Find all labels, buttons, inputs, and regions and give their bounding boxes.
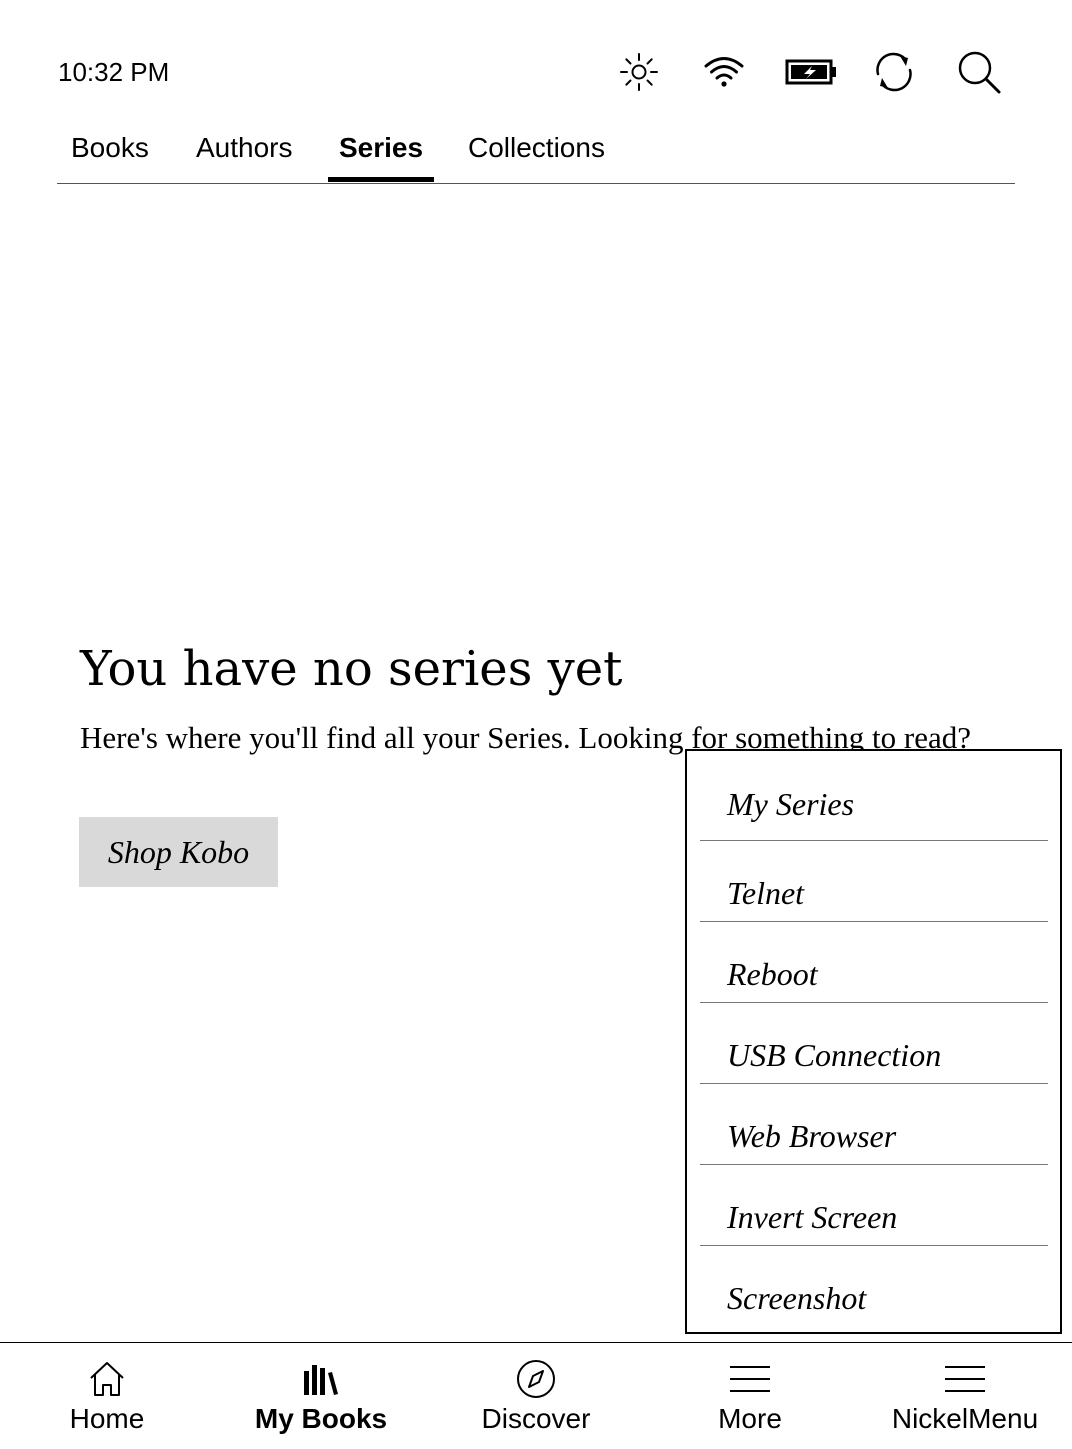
nav-home[interactable]: Home — [0, 1343, 214, 1449]
shop-kobo-button[interactable]: Shop Kobo — [79, 817, 278, 887]
compass-icon — [516, 1359, 556, 1399]
nav-nickelmenu-label: NickelMenu — [891, 1403, 1039, 1434]
empty-state-title: You have no series yet — [80, 641, 623, 697]
nav-more[interactable]: More — [643, 1343, 857, 1449]
nav-my-books-label: My Books — [254, 1403, 388, 1434]
menu-icon — [945, 1359, 985, 1399]
nav-more-label: More — [718, 1403, 782, 1434]
brightness-icon[interactable] — [615, 48, 663, 96]
menu-item-telnet[interactable]: Telnet — [700, 841, 1048, 922]
tab-collections[interactable]: Collections — [457, 124, 616, 182]
nav-discover[interactable]: Discover — [429, 1343, 643, 1449]
nav-home-label: Home — [69, 1403, 145, 1434]
tab-authors[interactable]: Authors — [185, 124, 304, 182]
menu-item-reboot[interactable]: Reboot — [700, 922, 1048, 1003]
nav-nickelmenu[interactable]: NickelMenu — [858, 1343, 1072, 1449]
battery-charging-icon — [785, 48, 837, 96]
sync-icon[interactable] — [870, 48, 918, 96]
home-icon — [87, 1359, 127, 1399]
tab-series[interactable]: Series — [328, 124, 435, 182]
wifi-icon[interactable] — [700, 48, 748, 96]
menu-item-invert-screen[interactable]: Invert Screen — [700, 1165, 1048, 1246]
clock: 10:32 PM — [58, 57, 170, 87]
menu-item-screenshot[interactable]: Screenshot — [700, 1246, 1048, 1327]
menu-item-web-browser[interactable]: Web Browser — [700, 1084, 1048, 1165]
nickelmenu-popup: My Series Telnet Reboot USB Connection W… — [685, 749, 1062, 1334]
menu-item-my-series[interactable]: My Series — [700, 751, 1048, 841]
bottom-navigation: Home My Books Discover More NickelMenu — [0, 1342, 1072, 1449]
nav-my-books[interactable]: My Books — [214, 1343, 428, 1449]
menu-item-usb-connection[interactable]: USB Connection — [700, 1003, 1048, 1084]
menu-icon — [730, 1359, 770, 1399]
search-icon[interactable] — [955, 48, 1003, 96]
library-icon — [301, 1359, 341, 1399]
nav-discover-label: Discover — [481, 1403, 591, 1434]
tab-books[interactable]: Books — [60, 124, 160, 182]
library-tabs: Books Authors Series Collections — [57, 124, 1015, 184]
